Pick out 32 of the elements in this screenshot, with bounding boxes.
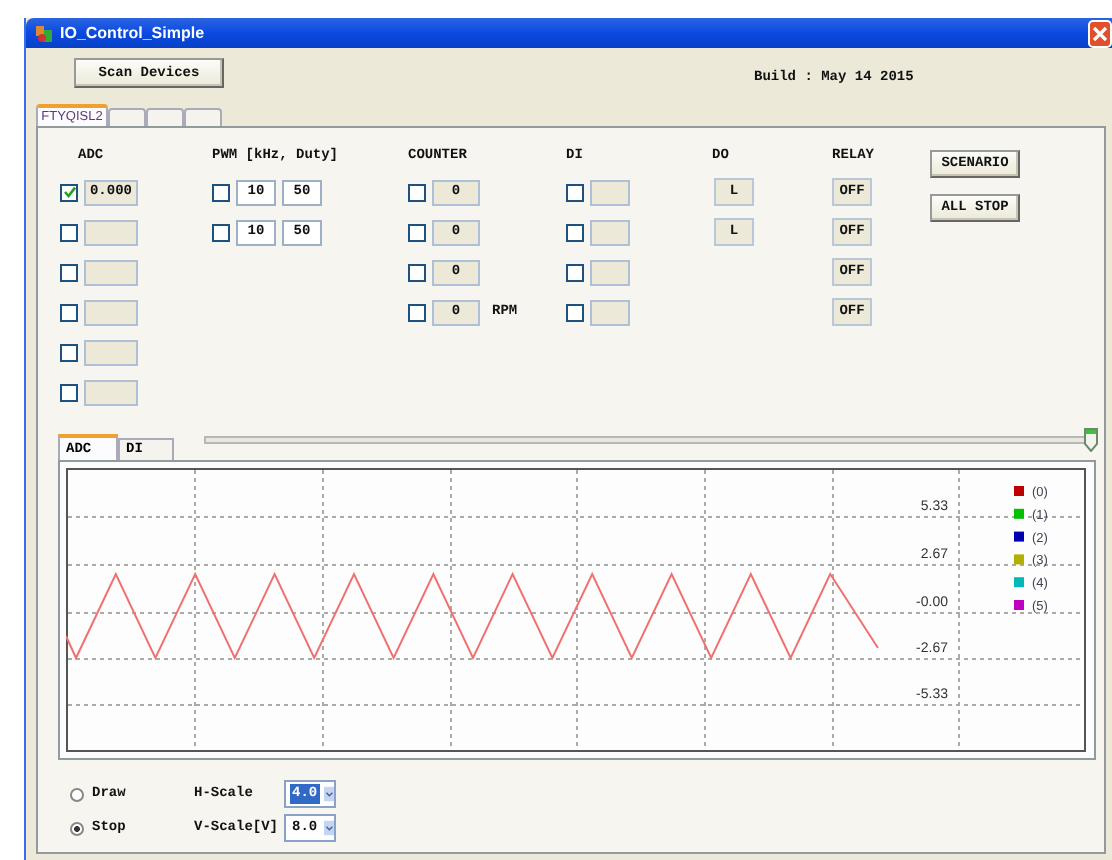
checkbox[interactable]	[60, 183, 78, 201]
close-icon[interactable]	[1088, 19, 1112, 47]
checkbox[interactable]	[566, 303, 584, 321]
di-field	[590, 179, 630, 205]
dropdown-icon[interactable]	[323, 816, 334, 840]
checkbox[interactable]	[212, 223, 230, 241]
checkbox[interactable]	[60, 383, 78, 401]
di-field	[590, 219, 630, 245]
adc-value-field	[84, 259, 138, 285]
checkbox[interactable]	[566, 183, 584, 201]
checkbox[interactable]	[566, 223, 584, 241]
adc-value-field	[84, 339, 138, 365]
checkbox[interactable]	[566, 263, 584, 281]
adc-value-field	[84, 219, 138, 245]
checkbox[interactable]	[408, 263, 426, 281]
adc-value-field	[84, 299, 138, 325]
checkbox[interactable]	[408, 183, 426, 201]
checkbox[interactable]	[60, 223, 78, 241]
slider-thumb[interactable]	[1084, 428, 1098, 452]
di-field	[590, 299, 630, 325]
slider-track[interactable]	[204, 436, 1086, 444]
checkbox[interactable]	[60, 343, 78, 361]
adc-value-field	[84, 379, 138, 405]
window-title: IO_Control_Simple	[60, 24, 205, 42]
checkbox[interactable]	[408, 223, 426, 241]
checkbox[interactable]	[212, 183, 230, 201]
checkbox[interactable]	[408, 303, 426, 321]
app-icon	[34, 23, 54, 43]
checkbox[interactable]	[60, 263, 78, 281]
dropdown-icon[interactable]	[323, 782, 334, 806]
di-field	[590, 259, 630, 285]
checkbox[interactable]	[60, 303, 78, 321]
